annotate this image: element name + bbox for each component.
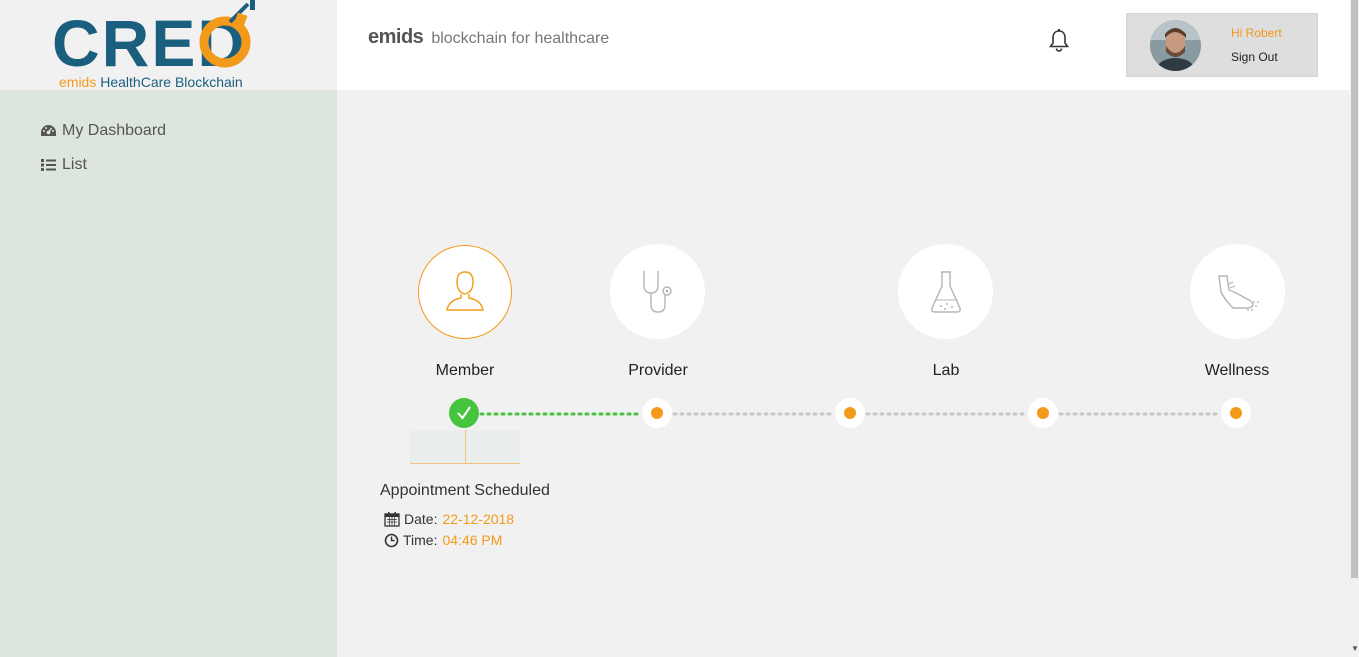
logo-subtitle-healthcare: HealthCare Blockchain <box>100 74 243 90</box>
timeline-dot-provider[interactable] <box>642 398 672 428</box>
greeting: Hi Robert <box>1231 26 1282 40</box>
logo-subtitle-emids: emids <box>59 74 97 90</box>
step-wellness[interactable] <box>1190 244 1285 339</box>
clock-icon <box>384 533 399 547</box>
sidebar-nav: My Dashboard List <box>40 121 166 189</box>
logo-subtitle: emids HealthCare Blockchain <box>59 74 243 90</box>
time-label: Time: <box>403 532 438 548</box>
check-icon <box>457 406 471 420</box>
step-label-lab: Lab <box>932 362 960 379</box>
event-title: Appointment Scheduled <box>380 482 550 499</box>
event-time-row: Time: 04:46 PM <box>384 532 502 548</box>
step-provider[interactable] <box>610 244 705 339</box>
sidebar-item-label: My Dashboard <box>62 122 167 139</box>
brand-name: emids <box>368 26 424 48</box>
brand-tagline: blockchain for healthcare <box>431 30 610 47</box>
timeline-dot-lab-result[interactable] <box>1028 398 1058 428</box>
event-date-row: Date: 22-12-2018 <box>384 511 514 527</box>
stethoscope-icon <box>642 270 672 313</box>
dashboard-icon <box>41 125 56 136</box>
step-label-provider: Provider <box>628 362 688 379</box>
user-menu: Hi Robert Sign Out <box>1126 13 1318 77</box>
timeline-dot-completed[interactable] <box>449 398 479 428</box>
step-lab[interactable] <box>898 244 993 339</box>
event-connector-line <box>465 430 466 464</box>
sidebar-item-dashboard[interactable]: My Dashboard <box>40 121 166 141</box>
top-header: emids blockchain for healthcare Hi Rober… <box>337 0 1350 90</box>
sidebar-item-list[interactable]: List <box>40 155 166 175</box>
scroll-down-arrow-icon[interactable]: ▼ <box>1351 644 1359 653</box>
timeline-dot-lab[interactable] <box>835 398 865 428</box>
list-icon <box>41 159 56 171</box>
notification-bell-icon[interactable] <box>1048 29 1070 53</box>
sidebar: CRED emids HealthCare Blockchain My Dash… <box>0 0 337 657</box>
date-value: 22-12-2018 <box>442 511 515 527</box>
timeline-dot-wellness[interactable] <box>1221 398 1251 428</box>
sign-out-link[interactable]: Sign Out <box>1231 50 1278 64</box>
step-label-wellness: Wellness <box>1204 362 1270 379</box>
scrollbar-thumb[interactable] <box>1351 0 1358 578</box>
vertical-scrollbar[interactable]: ▼ <box>1350 0 1359 657</box>
step-label-member: Member <box>435 362 495 379</box>
header-brand: emids blockchain for healthcare <box>368 26 609 49</box>
member-icon <box>446 271 484 311</box>
avatar[interactable] <box>1150 20 1201 71</box>
logo: CRED emids HealthCare Blockchain <box>0 0 337 90</box>
calendar-icon <box>384 512 400 527</box>
sidebar-item-label: List <box>62 156 87 173</box>
date-label: Date: <box>404 511 438 527</box>
flask-icon <box>930 270 961 313</box>
step-member[interactable] <box>418 245 512 339</box>
running-shoe-icon <box>1217 274 1259 311</box>
user-photo-icon <box>1150 20 1201 71</box>
time-value: 04:46 PM <box>442 532 503 548</box>
credo-logo-icon: CRED <box>52 0 255 74</box>
